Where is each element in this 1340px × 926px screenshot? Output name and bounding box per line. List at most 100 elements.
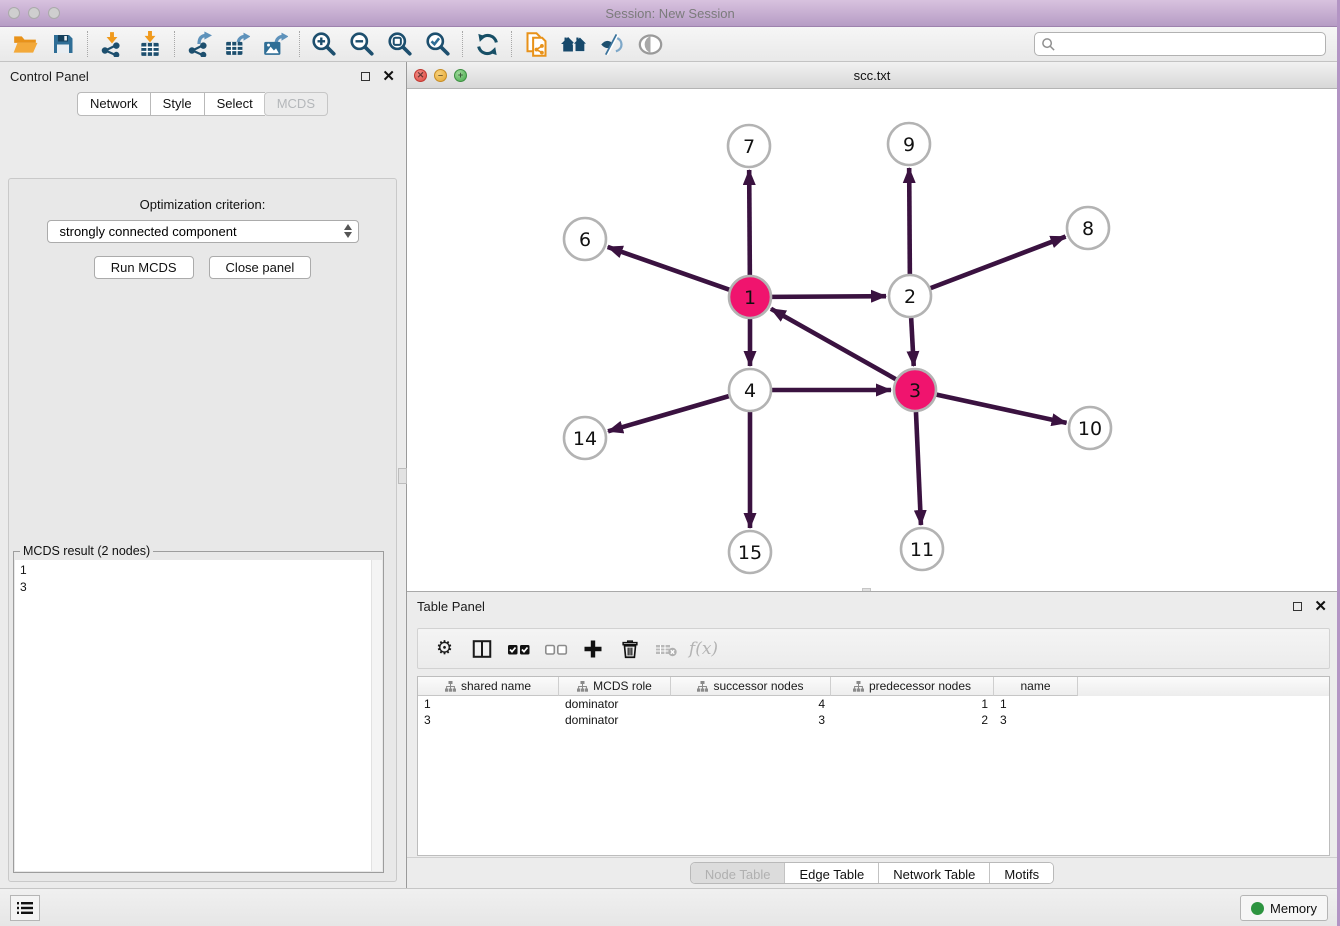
delete-column-button[interactable] — [611, 633, 648, 665]
control-panel: Control Panel ✕ Network Style Select MCD… — [0, 62, 405, 888]
optimization-criterion-label: Optimization criterion: — [9, 197, 396, 212]
run-mcds-button[interactable]: Run MCDS — [94, 256, 194, 279]
deselect-all-button[interactable] — [537, 633, 574, 665]
add-column-button[interactable] — [574, 633, 611, 665]
import-network-button[interactable] — [93, 29, 131, 59]
mcds-panel-body: Optimization criterion: strongly connect… — [8, 178, 397, 882]
close-panel-button[interactable]: Close panel — [209, 256, 312, 279]
graph-edge-4-14[interactable] — [608, 396, 729, 431]
export-table-button[interactable] — [218, 29, 256, 59]
node-table[interactable]: shared name MCDS role successor nodes pr… — [417, 676, 1330, 856]
tab-edge-table[interactable]: Edge Table — [785, 863, 879, 883]
open-folder-icon — [12, 31, 38, 57]
tab-network[interactable]: Network — [77, 92, 150, 116]
export-image-button[interactable] — [256, 29, 294, 59]
cell-successor-nodes[interactable]: 4 — [671, 696, 831, 712]
graph-edge-1-7[interactable] — [749, 170, 750, 275]
cell-shared-name[interactable]: 3 — [418, 712, 559, 728]
search-box[interactable] — [1034, 32, 1326, 56]
mcds-result-scrollbar[interactable] — [371, 560, 382, 871]
plus-icon — [581, 637, 605, 661]
column-header-name[interactable]: name — [994, 677, 1078, 696]
graph-edge-2-9[interactable] — [909, 168, 910, 274]
zoom-out-button[interactable] — [343, 29, 381, 59]
open-session-button[interactable] — [6, 29, 44, 59]
tab-motifs[interactable]: Motifs — [990, 863, 1053, 883]
network-view-window: ✕ – + scc.txt 7968124314101511 — [407, 62, 1337, 591]
import-table-button[interactable] — [131, 29, 169, 59]
cell-mcds-role[interactable]: dominator — [559, 696, 671, 712]
toolbar-separator — [174, 31, 175, 57]
column-header-mcds-role[interactable]: MCDS role — [559, 677, 671, 696]
graph-edge-1-2[interactable] — [772, 296, 886, 297]
graph-node-label-6: 6 — [579, 229, 591, 251]
cell-successor-nodes[interactable]: 3 — [671, 712, 831, 728]
graph-node-label-2: 2 — [904, 286, 916, 308]
cell-predecessor-nodes[interactable]: 2 — [831, 712, 994, 728]
toggle-style-button[interactable] — [593, 29, 631, 59]
search-input[interactable] — [1056, 34, 1325, 54]
zoom-selected-icon — [425, 31, 451, 57]
graph-edge-2-3[interactable] — [911, 318, 914, 366]
tab-mcds[interactable]: MCDS — [264, 92, 328, 116]
graph-node-label-14: 14 — [573, 428, 597, 450]
network-window-title: scc.txt — [407, 68, 1337, 83]
column-header-predecessor-nodes[interactable]: predecessor nodes — [831, 677, 994, 696]
zoom-selected-button[interactable] — [419, 29, 457, 59]
cell-name[interactable]: 3 — [994, 712, 1078, 728]
float-panel-icon[interactable] — [361, 72, 370, 81]
destroy-table-icon — [654, 636, 680, 662]
tab-node-table[interactable]: Node Table — [691, 863, 786, 883]
show-graphics-details-button[interactable] — [631, 29, 669, 59]
zoom-in-button[interactable] — [305, 29, 343, 59]
function-builder-button[interactable]: f(x) — [685, 633, 722, 665]
tab-network-table[interactable]: Network Table — [879, 863, 990, 883]
task-history-button[interactable] — [10, 895, 40, 921]
graph-edge-3-10[interactable] — [936, 395, 1066, 423]
select-all-icon — [507, 637, 531, 661]
memory-status-icon — [1251, 902, 1264, 915]
show-columns-button[interactable] — [463, 633, 500, 665]
graph-edge-3-1[interactable] — [771, 309, 896, 379]
table-row[interactable]: 1 dominator 4 1 1 — [418, 696, 1329, 712]
select-all-button[interactable] — [500, 633, 537, 665]
destroy-table-button[interactable] — [648, 633, 685, 665]
network-canvas[interactable]: 7968124314101511 — [407, 89, 1337, 591]
export-network-button[interactable] — [180, 29, 218, 59]
node-table-header: shared name MCDS role successor nodes pr… — [418, 677, 1329, 696]
home-icon — [560, 30, 588, 58]
graph-edge-2-8[interactable] — [931, 237, 1066, 289]
graph-node-label-8: 8 — [1082, 218, 1094, 240]
home-button[interactable] — [555, 29, 593, 59]
import-network-icon — [99, 31, 125, 57]
cell-mcds-role[interactable]: dominator — [559, 712, 671, 728]
table-settings-button[interactable]: ⚙ — [426, 633, 463, 665]
cell-shared-name[interactable]: 1 — [418, 696, 559, 712]
tab-style[interactable]: Style — [150, 92, 204, 116]
column-header-successor-nodes[interactable]: successor nodes — [671, 677, 831, 696]
column-header-shared-name[interactable]: shared name — [418, 677, 559, 696]
tab-select[interactable]: Select — [204, 92, 265, 116]
toolbar-separator — [511, 31, 512, 57]
cell-predecessor-nodes[interactable]: 1 — [831, 696, 994, 712]
float-table-panel-icon[interactable] — [1293, 602, 1302, 611]
graph-edge-3-11[interactable] — [916, 412, 921, 525]
zoom-fit-button[interactable] — [381, 29, 419, 59]
close-table-panel-icon[interactable]: ✕ — [1314, 599, 1327, 614]
cell-name[interactable]: 1 — [994, 696, 1078, 712]
tree-icon — [853, 681, 864, 692]
close-panel-icon[interactable]: ✕ — [382, 69, 395, 84]
clone-network-button[interactable] — [517, 29, 555, 59]
optimization-criterion-select[interactable]: strongly connected component — [47, 220, 359, 243]
mcds-result-text[interactable]: 1 3 — [15, 560, 382, 871]
status-bar: Memory — [0, 888, 1340, 926]
table-panel: Table Panel ✕ ⚙ — [407, 591, 1337, 888]
table-row[interactable]: 3 dominator 3 2 3 — [418, 712, 1329, 728]
graph-edge-1-6[interactable] — [608, 247, 730, 290]
selected-criterion: strongly connected component — [60, 224, 237, 239]
save-session-button[interactable] — [44, 29, 82, 59]
memory-button[interactable]: Memory — [1240, 895, 1328, 921]
vertical-splitter-handle[interactable] — [398, 468, 407, 484]
network-window-titlebar[interactable]: ✕ – + scc.txt — [407, 62, 1337, 89]
refresh-button[interactable] — [468, 29, 506, 59]
